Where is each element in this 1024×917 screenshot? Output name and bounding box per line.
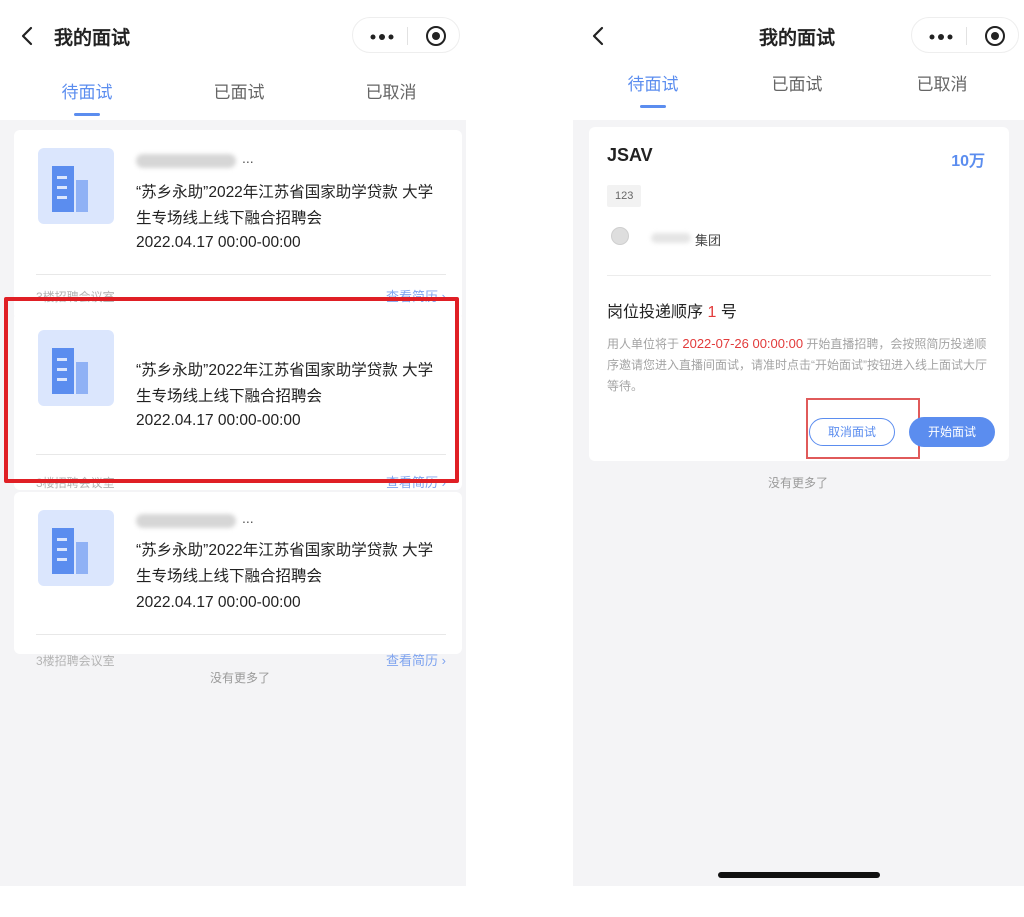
building-icon [38, 148, 114, 224]
more-icon[interactable] [928, 34, 954, 40]
fair-date: 2022.04.17 00:00-00:00 [136, 594, 301, 611]
salary: 10万 [951, 153, 985, 170]
back-arrow-icon[interactable] [18, 24, 38, 48]
left-header: 我的面试 待面试 已面试 已取消 [0, 0, 466, 120]
start-datetime: 2022-07-26 00:00:00 [682, 336, 804, 351]
job-title: JSAV [607, 145, 653, 165]
desc-prefix: 用人单位将于 [607, 337, 680, 351]
right-phone-screen: 我的面试 待面试 已面试 已取消 JSAV 10万 123 集团 岗位投递顺序 … [573, 0, 1024, 886]
building-icon [38, 510, 114, 586]
tab-pending[interactable]: 待面试 [62, 78, 113, 103]
no-more-text: 没有更多了 [767, 476, 829, 490]
capsule-divider [407, 27, 408, 45]
tab-bar: 待面试 已面试 已取消 [0, 72, 466, 118]
capsule-divider [966, 27, 967, 45]
company-name-ellipsis: ... [242, 150, 254, 166]
right-header: 我的面试 待面试 已面试 已取消 [573, 0, 1024, 120]
highlight-annotation-box [4, 297, 459, 483]
fair-date: 2022.04.17 00:00-00:00 [136, 234, 301, 251]
application-order: 岗位投递顺序 1 号 [607, 298, 737, 322]
tab-completed[interactable]: 已面试 [214, 78, 265, 103]
tab-pending[interactable]: 待面试 [628, 70, 679, 95]
tab-cancelled[interactable]: 已取消 [366, 78, 417, 103]
card-divider [36, 634, 446, 635]
more-icon[interactable] [369, 34, 395, 40]
page-title: 我的面试 [759, 28, 836, 49]
tab-completed[interactable]: 已面试 [772, 70, 823, 95]
no-more-text: 没有更多了 [209, 671, 271, 685]
home-indicator [718, 872, 880, 878]
active-tab-indicator [74, 113, 100, 116]
close-target-icon[interactable] [984, 25, 1006, 47]
mini-program-capsule [352, 17, 460, 53]
job-tag: 123 [607, 185, 642, 207]
interview-card[interactable]: ... “苏乡永助”2022年江苏省国家助学贷款 大学生专场线上线下融合招聘会 … [14, 492, 462, 668]
company-name-redacted [136, 154, 236, 168]
page-title: 我的面试 [54, 28, 131, 49]
order-prefix: 岗位投递顺序 [607, 304, 704, 321]
mini-program-capsule [911, 17, 1019, 53]
company-avatar-icon [611, 227, 629, 245]
fair-title: “苏乡永助”2022年江苏省国家助学贷款 大学生专场线上线下融合招聘会 [136, 184, 434, 227]
interview-card[interactable]: ... “苏乡永助”2022年江苏省国家助学贷款 大学生专场线上线下融合招聘会 … [14, 130, 462, 320]
company-name-redacted [651, 233, 691, 243]
order-suffix: 号 [720, 304, 737, 321]
meeting-room: 3楼招聘会议室 [36, 654, 115, 668]
view-resume-link[interactable]: 查看简历 › [386, 650, 446, 669]
interview-description: 用人单位将于 2022-07-26 00:00:00 开始直播招聘，会按照简历投… [607, 333, 997, 397]
fair-title: “苏乡永助”2022年江苏省国家助学贷款 大学生专场线上线下融合招聘会 [136, 542, 434, 585]
company-name-redacted [136, 514, 236, 528]
company-name-ellipsis: ... [242, 510, 254, 526]
tab-cancelled[interactable]: 已取消 [917, 70, 968, 95]
start-interview-button[interactable]: 开始面试 [909, 417, 995, 447]
tab-bar: 待面试 已面试 已取消 [573, 64, 1024, 110]
left-phone-screen: 我的面试 待面试 已面试 已取消 ... “苏乡永助”2022年江苏省国家助学贷… [0, 0, 466, 886]
company-name: 集团 [695, 233, 722, 248]
active-tab-indicator [640, 105, 666, 108]
interview-detail-card: JSAV 10万 123 集团 岗位投递顺序 1 号 用人单位将于 2022-0… [589, 127, 1009, 461]
card-divider [36, 274, 446, 275]
back-arrow-icon[interactable] [589, 24, 609, 48]
order-number: 1 [707, 304, 717, 321]
detail-divider [607, 275, 991, 276]
close-target-icon[interactable] [425, 25, 447, 47]
cancel-interview-button[interactable]: 取消面试 [809, 418, 895, 446]
